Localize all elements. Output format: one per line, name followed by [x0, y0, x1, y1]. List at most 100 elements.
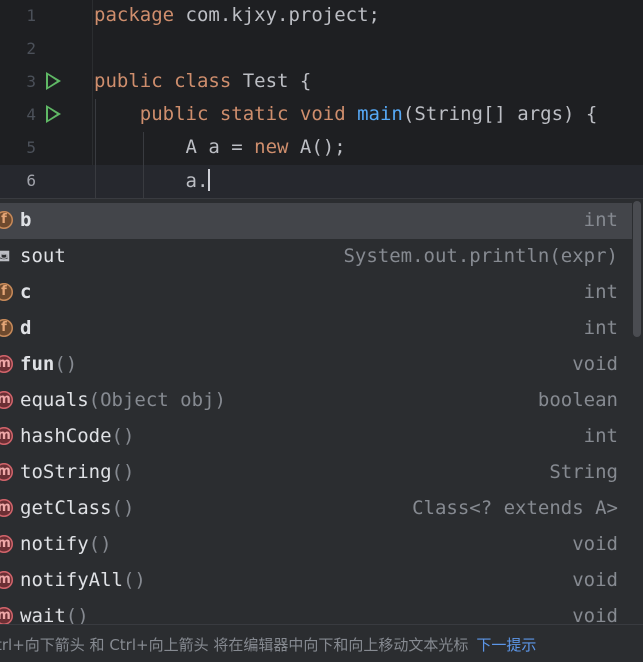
line-number: 2 [26, 39, 36, 58]
field-icon: f [0, 283, 13, 301]
member-params: (Object obj) [88, 389, 226, 411]
member-params: () [111, 425, 135, 447]
member-name: fun [20, 353, 55, 375]
member-name: toString [20, 461, 112, 483]
line-number: 4 [26, 105, 36, 124]
text-caret [208, 169, 211, 191]
method-icon: m [0, 535, 13, 553]
completion-item-name: notifyAll() [20, 569, 146, 591]
code-text: package com.kjxy.project; [94, 4, 380, 26]
completion-item[interactable]: ⛾ sout System.out.println(expr) [0, 239, 632, 275]
completion-item[interactable]: m hashCode() int [0, 419, 632, 455]
completion-item-type: void [572, 353, 618, 375]
indent-guide [143, 132, 144, 198]
member-params: () [111, 497, 135, 519]
method-icon: m [0, 463, 13, 481]
code-line[interactable]: 5 A a = new A(); [0, 132, 643, 165]
line-number: 1 [26, 6, 36, 25]
method-icon: m [0, 499, 13, 517]
completion-item-type: boolean [537, 389, 618, 411]
completion-item-type: int [583, 281, 618, 303]
method-icon: m [0, 391, 13, 409]
completion-item-type: void [572, 533, 618, 555]
member-params: () [111, 461, 135, 483]
completion-item[interactable]: m toString() String [0, 455, 632, 491]
completion-item[interactable]: m fun() void [0, 347, 632, 383]
code-token: public static void [94, 103, 358, 125]
completion-item[interactable]: m notify() void [0, 527, 632, 563]
code-token: public class [94, 70, 243, 92]
code-token: (String[] args) { [402, 103, 598, 125]
member-name: b [20, 209, 32, 231]
indent-guide [95, 99, 96, 198]
line-number: 6 [26, 171, 36, 190]
completion-item-name: getClass() [20, 497, 134, 519]
code-token: main [357, 103, 403, 125]
code-token: A(); [299, 136, 346, 158]
completion-item-name: fun() [20, 353, 77, 375]
code-text: A a = new A(); [94, 136, 346, 158]
method-icon: m [0, 427, 13, 445]
member-name: c [20, 281, 32, 303]
member-name: sout [20, 245, 66, 267]
code-line[interactable]: 2 [0, 33, 643, 66]
line-number: 3 [26, 72, 36, 91]
completion-item-name: c [20, 281, 31, 303]
code-token: com.kjxy.project; [185, 4, 380, 26]
code-line[interactable]: 3 public class Test { [0, 66, 643, 99]
code-text: public class Test { [94, 70, 311, 92]
completion-item-type: System.out.println(expr) [343, 245, 618, 267]
member-name: notify [20, 533, 89, 555]
code-token: package [94, 4, 186, 26]
completion-item-name: hashCode() [20, 425, 134, 447]
method-icon: m [0, 571, 13, 589]
member-name: getClass [20, 497, 112, 519]
code-line[interactable]: 6 a. [0, 165, 643, 198]
run-gutter-icon[interactable] [46, 72, 61, 90]
completion-item-name: d [20, 317, 31, 339]
completion-item[interactable]: f d int [0, 311, 632, 347]
completion-item-name: notify() [20, 533, 112, 555]
completion-item-type: int [583, 209, 618, 231]
code-editor[interactable]: 1 package com.kjxy.project; 2 3 public class… [0, 0, 643, 198]
code-text: public static void main(String[] args) { [94, 103, 598, 125]
member-name: notifyAll [20, 569, 123, 591]
code-token: new [254, 136, 300, 158]
code-line[interactable]: 1 package com.kjxy.project; [0, 0, 643, 33]
completion-item[interactable]: m equals(Object obj) boolean [0, 383, 632, 419]
completion-item-type: int [583, 425, 618, 447]
completion-popup[interactable]: f b int ⛾ sout System.out.println(expr) f c int f… [0, 198, 643, 662]
completion-hint-bar: trl+向下箭头 和 Ctrl+向上箭头 将在编辑器中向下和向上移动文本光标 下一… [0, 624, 643, 662]
field-icon: f [0, 319, 13, 337]
code-token: Test { [242, 70, 312, 92]
member-params: () [54, 353, 78, 375]
completion-item-type: Class<? extends A> [412, 497, 618, 519]
member-params: () [122, 569, 146, 591]
code-token: A a = [94, 136, 255, 158]
member-name: d [20, 317, 32, 339]
completion-item-name: toString() [20, 461, 134, 483]
hint-text: trl+向下箭头 和 Ctrl+向上箭头 将在编辑器中向下和向上移动文本光标 [0, 636, 469, 654]
completion-item[interactable]: m getClass() Class<? extends A> [0, 491, 632, 527]
method-icon: m [0, 607, 13, 625]
code-token: a. [94, 170, 209, 192]
completion-item[interactable]: m notifyAll() void [0, 563, 632, 599]
completion-item[interactable]: f b int [0, 203, 632, 239]
field-icon: f [0, 211, 13, 229]
method-icon: m [0, 355, 13, 373]
completion-item[interactable]: f c int [0, 275, 632, 311]
next-tip-link[interactable]: 下一提示 [476, 636, 536, 654]
member-name: equals [20, 389, 89, 411]
code-line[interactable]: 4 public static void main(String[] args)… [0, 99, 643, 132]
run-gutter-icon[interactable] [46, 105, 61, 123]
completion-item-type: int [583, 317, 618, 339]
completion-item-name: sout [20, 245, 66, 267]
member-params: () [88, 533, 112, 555]
completion-item-type: void [572, 569, 618, 591]
template-icon: ⛾ [0, 247, 11, 265]
completion-item-type: String [549, 461, 618, 483]
completion-item-name: b [20, 209, 31, 231]
completion-scrollbar[interactable] [633, 201, 641, 337]
completion-item-name: equals(Object obj) [20, 389, 226, 411]
member-name: hashCode [20, 425, 112, 447]
